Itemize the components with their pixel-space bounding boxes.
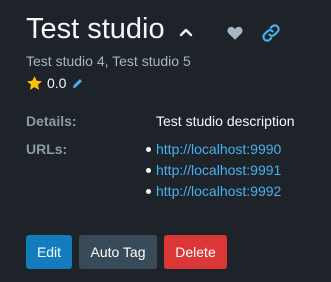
urls-label: URLs: (26, 141, 68, 157)
delete-button[interactable]: Delete (164, 235, 227, 269)
edit-button[interactable]: Edit (26, 235, 72, 269)
star-icon[interactable] (26, 75, 43, 92)
bullet (146, 189, 151, 194)
bullet (146, 168, 151, 173)
list-item: http://localhost:9990 (146, 140, 281, 161)
url-link[interactable]: http://localhost:9990 (156, 141, 281, 157)
parent-studios: Test studio 4, Test studio 5 (26, 53, 191, 69)
auto-tag-button[interactable]: Auto Tag (79, 235, 157, 269)
list-item: http://localhost:9992 (146, 182, 281, 203)
heart-icon (227, 26, 243, 40)
details-label: Details: (26, 113, 77, 129)
list-item: http://localhost:9991 (146, 161, 281, 182)
pencil-icon[interactable] (72, 78, 83, 89)
bullet (146, 147, 151, 152)
rating-value: 0.0 (47, 75, 67, 91)
url-link[interactable]: http://localhost:9992 (156, 183, 281, 199)
page-title: Test studio (26, 13, 165, 45)
chevron-up-icon (179, 28, 193, 37)
rating: 0.0 (26, 73, 83, 93)
favorite-button[interactable] (226, 24, 244, 42)
url-link[interactable]: http://localhost:9991 (156, 162, 281, 178)
external-link-button[interactable] (261, 23, 281, 43)
link-icon (262, 24, 280, 42)
url-list: http://localhost:9990 http://localhost:9… (146, 140, 281, 203)
collapse-button[interactable] (174, 20, 198, 44)
details-value: Test studio description (156, 113, 295, 129)
